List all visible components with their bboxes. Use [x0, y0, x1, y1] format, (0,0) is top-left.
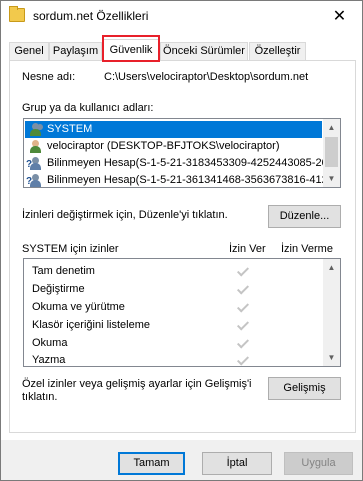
scroll-up-icon[interactable]: ▲ [323, 259, 340, 276]
ok-button[interactable]: Tamam [118, 452, 185, 475]
group-row-label: Bilinmeyen Hesap(S-1-5-21-3183453309-425… [47, 157, 340, 169]
groups-listbox[interactable]: SYSTEM velociraptor (DESKTOP-BFJTOKS\vel… [23, 118, 341, 188]
group-users-icon [29, 123, 43, 136]
tab-general[interactable]: Genel [9, 42, 49, 60]
permissions-scrollbar[interactable]: ▲ ▼ [323, 259, 340, 366]
advanced-button[interactable]: Gelişmiş [268, 377, 341, 400]
permission-row: Okuma ve yürütme [32, 301, 125, 313]
close-button[interactable]: ✕ [317, 1, 362, 30]
permission-row: Klasör içeriğini listeleme [32, 319, 150, 331]
advanced-hint-line1: Özel izinler veya gelişmiş ayarlar için … [22, 378, 252, 390]
scroll-down-icon[interactable]: ▼ [323, 349, 340, 366]
permissions-listbox[interactable]: Tam denetim Değiştirme Okuma ve yürütme … [23, 258, 341, 367]
allow-check-icon [236, 265, 250, 279]
object-name-label: Nesne adı: [22, 71, 76, 83]
groups-label: Grup ya da kullanıcı adları: [22, 102, 154, 114]
unknown-user-icon: ? [26, 174, 43, 187]
permission-row: Yazma [32, 354, 66, 366]
tab-previous-versions[interactable]: Önceki Sürümler [160, 42, 248, 60]
scroll-thumb[interactable] [325, 137, 338, 167]
group-row-label: Bilinmeyen Hesap(S-1-5-21-361341468-3563… [47, 174, 340, 186]
properties-window: sordum.net Özellikleri ✕ Genel Paylaşım … [0, 0, 363, 481]
folder-icon [9, 6, 25, 22]
allow-check-icon [236, 337, 250, 351]
apply-button[interactable]: Uygula [284, 452, 353, 475]
group-row-unknown-2[interactable]: ? Bilinmeyen Hesap(S-1-5-21-361341468-35… [25, 172, 340, 187]
group-row-label: velociraptor (DESKTOP-BFJTOKS\velocirapt… [47, 140, 280, 152]
title-bar: sordum.net Özellikleri ✕ [1, 1, 362, 31]
permissions-deny-header: İzin Verme [281, 243, 333, 255]
dialog-footer: Tamam İptal Uygula [1, 440, 362, 480]
allow-check-icon [236, 354, 250, 366]
window-title: sordum.net Özellikleri [33, 9, 149, 23]
edit-hint: İzinleri değiştirmek için, Düzenle'yi tı… [22, 209, 228, 221]
permissions-allow-header: İzin Ver [229, 243, 266, 255]
tab-sharing[interactable]: Paylaşım [49, 42, 102, 60]
group-row-label: SYSTEM [47, 123, 93, 135]
user-icon [29, 140, 43, 153]
tab-highlight-box [102, 35, 160, 62]
scroll-down-icon[interactable]: ▼ [323, 170, 340, 187]
permissions-title: SYSTEM için izinler [22, 243, 119, 255]
security-panel: Nesne adı: C:\Users\velociraptor\Desktop… [9, 60, 356, 433]
tab-customize[interactable]: Özelleştir [249, 42, 306, 60]
object-name-value: C:\Users\velociraptor\Desktop\sordum.net [104, 71, 309, 83]
allow-check-icon [236, 319, 250, 333]
group-row-velociraptor[interactable]: velociraptor (DESKTOP-BFJTOKS\velocirapt… [25, 138, 322, 155]
allow-check-icon [236, 283, 250, 297]
groups-scrollbar[interactable]: ▲ ▼ [323, 119, 340, 187]
allow-check-icon [236, 301, 250, 315]
edit-button[interactable]: Düzenle... [268, 205, 341, 228]
cancel-button[interactable]: İptal [202, 452, 272, 475]
permission-row: Okuma [32, 337, 68, 349]
group-row-system[interactable]: SYSTEM [25, 121, 322, 138]
scroll-up-icon[interactable]: ▲ [323, 119, 340, 136]
advanced-hint-line2: tıklatın. [22, 391, 58, 403]
permission-row: Değiştirme [32, 283, 85, 295]
permission-row: Tam denetim [32, 265, 95, 277]
unknown-user-icon: ? [26, 157, 43, 170]
group-row-unknown-1[interactable]: ? Bilinmeyen Hesap(S-1-5-21-3183453309-4… [25, 155, 340, 172]
